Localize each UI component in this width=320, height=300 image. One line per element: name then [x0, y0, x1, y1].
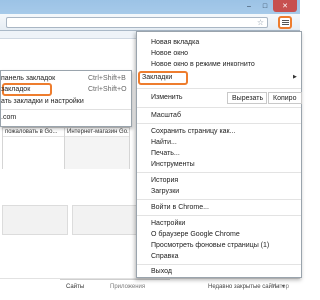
edit-label: Изменить — [151, 94, 183, 101]
menu-item-find[interactable]: Найти... — [151, 138, 177, 148]
shortcut-label: Ctrl+Shift+O — [88, 86, 127, 93]
tab-strip: – □ ✕ — [0, 0, 300, 14]
divider — [137, 199, 301, 200]
menu-item-save-page[interactable]: Сохранить страницу как... — [151, 127, 235, 137]
submenu-item-bookmark[interactable]: .com — [1, 113, 131, 123]
divider — [137, 264, 301, 265]
maximize-icon[interactable]: □ — [257, 0, 273, 12]
window-controls: – □ ✕ — [241, 0, 297, 13]
web-store-link[interactable]: Интер — [272, 284, 289, 290]
edit-row: Изменить Вырезать Копиро — [137, 90, 302, 106]
menu-item-zoom[interactable]: Масштаб — [151, 111, 181, 121]
cut-button[interactable]: Вырезать — [227, 92, 267, 104]
submenu-item-label: .com — [1, 114, 17, 121]
divider — [1, 109, 131, 110]
submenu-item-import[interactable]: ать закладки и настройки — [1, 97, 131, 107]
menu-item-new-incognito[interactable]: Новое окно в режиме инкогнито — [151, 60, 255, 70]
menu-item-new-window[interactable]: Новое окно — [151, 49, 188, 59]
submenu-item-label: панель закладок — [1, 75, 56, 82]
menu-item-sign-in[interactable]: Войти в Chrome... — [151, 203, 209, 213]
tile-caption: Интернет-магазин Go... — [65, 128, 129, 137]
toolbar: ☆ — [0, 14, 300, 31]
most-visited-tile[interactable]: пожаловать в Go... — [2, 127, 68, 169]
menu-item-exit[interactable]: Выход — [151, 267, 172, 277]
menu-item-background-pages[interactable]: Просмотреть фоновые страницы (1) — [151, 241, 269, 251]
menu-item-print[interactable]: Печать... — [151, 149, 180, 159]
hamburger-menu-icon[interactable] — [278, 16, 292, 29]
sites-tab[interactable]: Сайты — [66, 284, 84, 290]
address-bar[interactable]: ☆ — [6, 17, 268, 28]
divider — [137, 107, 301, 108]
menu-item-tools[interactable]: Инструменты — [151, 160, 195, 170]
divider — [137, 172, 301, 173]
recently-closed-label: Недавно закрытые сайты — [208, 284, 280, 290]
menu-item-about[interactable]: О браузере Google Chrome — [151, 230, 240, 240]
chevron-right-icon: ▶ — [293, 74, 297, 80]
tile-preview — [3, 137, 67, 169]
tile-placeholder — [2, 205, 68, 235]
menu-item-settings[interactable]: Настройки — [151, 219, 185, 229]
star-icon[interactable]: ☆ — [257, 18, 264, 28]
most-visited-tile[interactable]: Интернет-магазин Go... — [64, 127, 130, 169]
menu-item-bookmarks[interactable]: Закладки — [142, 73, 172, 83]
submenu-item-label: ать закладки и настройки — [1, 98, 84, 105]
bottom-bar: Сайты Приложения Недавно закрытые сайты … — [0, 278, 300, 300]
browser-window: – □ ✕ ☆ пожаловать в Go... Интернет-мага… — [0, 0, 302, 300]
tile-caption: пожаловать в Go... — [3, 128, 67, 137]
menu-item-history[interactable]: История — [151, 176, 178, 186]
close-icon[interactable]: ✕ — [273, 0, 297, 12]
menu-item-downloads[interactable]: Загрузки — [151, 187, 179, 197]
tile-placeholder — [72, 205, 138, 235]
minimize-icon[interactable]: – — [241, 0, 257, 12]
divider — [60, 279, 170, 280]
copy-button[interactable]: Копиро — [268, 92, 302, 104]
divider — [137, 123, 301, 124]
apps-tab[interactable]: Приложения — [110, 284, 145, 290]
submenu-item-label: закладок — [1, 86, 31, 93]
chrome-menu: Новая вкладка Новое окно Новое окно в ре… — [136, 31, 302, 278]
shortcut-label: Ctrl+Shift+B — [88, 75, 126, 82]
submenu-item-manager[interactable]: закладок Ctrl+Shift+O — [1, 85, 131, 95]
divider — [137, 88, 301, 89]
submenu-item-show-bar[interactable]: панель закладок Ctrl+Shift+B — [1, 74, 131, 84]
divider — [137, 215, 301, 216]
tile-preview — [65, 137, 129, 169]
bookmarks-submenu: панель закладок Ctrl+Shift+B закладок Ct… — [0, 70, 132, 127]
menu-item-help[interactable]: Справка — [151, 252, 178, 262]
menu-item-new-tab[interactable]: Новая вкладка — [151, 38, 199, 48]
